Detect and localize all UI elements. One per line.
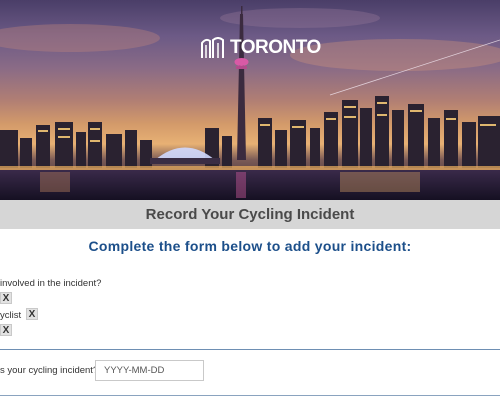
remove-option-button[interactable]: X bbox=[0, 292, 12, 304]
hero-banner: TORONTO bbox=[0, 0, 500, 200]
option-cyclist-label: yclist bbox=[0, 310, 22, 321]
incident-date-input[interactable] bbox=[95, 360, 204, 381]
question-involved-label: involved in the incident? bbox=[0, 278, 102, 289]
question-date-label: s your cycling incident? bbox=[0, 365, 99, 376]
toronto-skyline-image bbox=[0, 6, 500, 200]
remove-cyclist-button[interactable]: X bbox=[26, 308, 38, 320]
city-hall-icon bbox=[201, 37, 224, 58]
section-divider-bottom bbox=[0, 395, 500, 396]
section-divider bbox=[0, 349, 500, 350]
form-instructions: Complete the form below to add your inci… bbox=[88, 238, 412, 254]
city-logo[interactable]: TORONTO bbox=[200, 34, 321, 62]
page-title-bar: Record Your Cycling Incident bbox=[0, 200, 500, 229]
remove-option-button-2[interactable]: X bbox=[0, 324, 12, 336]
page-title: Record Your Cycling Incident bbox=[145, 206, 355, 223]
logo-text: TORONTO bbox=[230, 37, 321, 58]
